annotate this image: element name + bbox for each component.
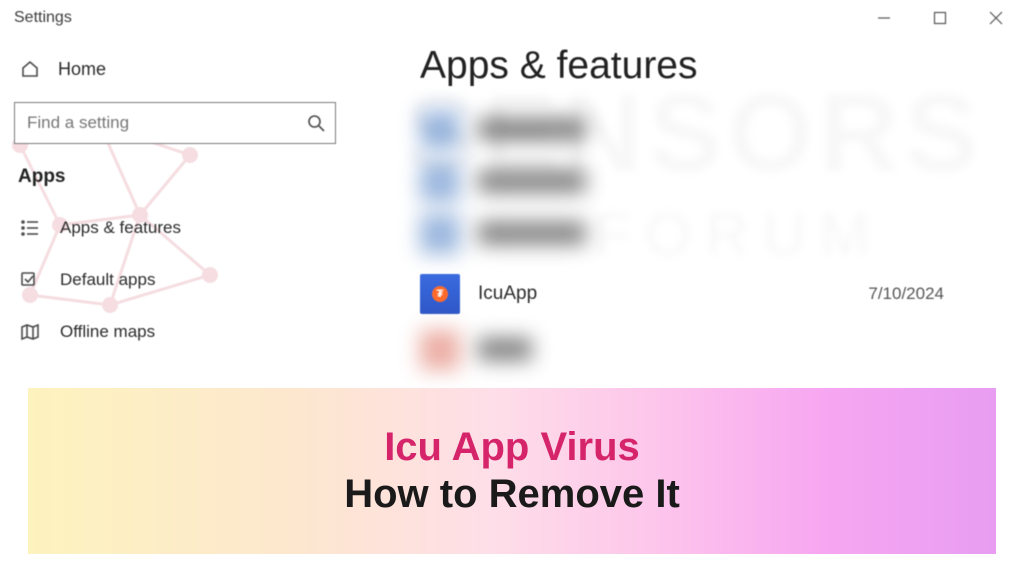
sidebar: Home Apps Apps & features xyxy=(0,36,350,358)
window-controls xyxy=(856,0,1024,36)
main-content: Apps & features ████████ ████████ ██████… xyxy=(420,44,1024,374)
icuapp-icon: ₮ xyxy=(420,274,460,314)
search-input[interactable] xyxy=(27,113,307,133)
sidebar-item-apps-features[interactable]: Apps & features xyxy=(0,202,350,254)
minimize-button[interactable] xyxy=(856,0,912,36)
app-install-date: 7/10/2024 xyxy=(868,284,944,304)
app-icon xyxy=(420,330,460,370)
titlebar: Settings xyxy=(0,0,1024,36)
app-icon xyxy=(420,162,460,202)
list-icon xyxy=(20,218,40,238)
banner-subtitle: How to Remove It xyxy=(344,472,680,517)
default-apps-icon xyxy=(20,270,40,290)
minimize-icon xyxy=(877,11,891,25)
home-icon xyxy=(20,59,40,79)
sidebar-category-apps: Apps xyxy=(0,160,350,202)
app-name: IcuApp xyxy=(478,283,537,305)
app-row-blurred[interactable]: ████ xyxy=(420,326,1024,374)
maximize-button[interactable] xyxy=(912,0,968,36)
app-name: ████ xyxy=(478,339,532,361)
sidebar-item-label: Offline maps xyxy=(60,322,155,342)
app-name: ████████ xyxy=(478,223,586,245)
search-icon xyxy=(307,114,325,132)
sidebar-item-label: Default apps xyxy=(60,270,155,290)
sidebar-item-home[interactable]: Home xyxy=(0,46,350,92)
map-icon xyxy=(20,322,40,342)
sidebar-item-offline-maps[interactable]: Offline maps xyxy=(0,306,350,358)
app-name: ████████ xyxy=(478,119,586,141)
close-icon xyxy=(989,11,1003,25)
maximize-icon xyxy=(933,11,947,25)
promo-banner: Icu App Virus How to Remove It xyxy=(28,388,996,554)
sidebar-item-label: Apps & features xyxy=(60,218,181,238)
app-icon xyxy=(420,214,460,254)
search-box[interactable] xyxy=(14,102,336,144)
app-icon xyxy=(420,110,460,150)
app-row-blurred[interactable]: ████████ xyxy=(420,158,1024,206)
close-button[interactable] xyxy=(968,0,1024,36)
home-label: Home xyxy=(58,59,106,80)
window-title: Settings xyxy=(0,9,72,27)
app-row-icuapp[interactable]: ₮ IcuApp 7/10/2024 xyxy=(420,270,1024,318)
app-name: ████████ xyxy=(478,171,586,193)
apps-list: ████████ ████████ ████████ ₮ IcuApp 7/10… xyxy=(420,106,1024,374)
sidebar-item-default-apps[interactable]: Default apps xyxy=(0,254,350,306)
page-title: Apps & features xyxy=(420,44,1024,88)
app-row-blurred[interactable]: ████████ xyxy=(420,210,1024,258)
banner-title: Icu App Virus xyxy=(384,425,640,470)
settings-window: SENSORS FORUM Settings Home xyxy=(0,0,1024,390)
app-row-blurred[interactable]: ████████ xyxy=(420,106,1024,154)
